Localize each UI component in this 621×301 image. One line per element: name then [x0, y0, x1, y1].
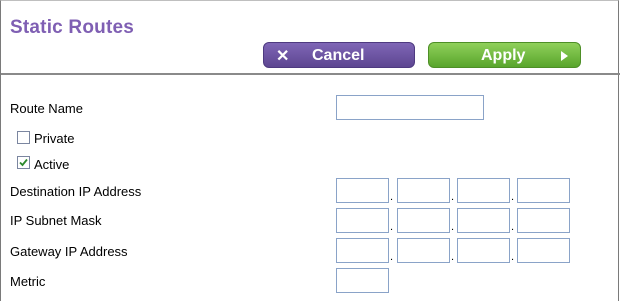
metric-input[interactable]: [336, 268, 389, 293]
octet-separator: .: [390, 221, 394, 233]
route-name-input[interactable]: [336, 95, 484, 120]
octet-separator: .: [511, 221, 515, 233]
destination-ip-label: Destination IP Address: [10, 184, 142, 199]
arrow-right-icon: [561, 51, 568, 61]
route-name-label: Route Name: [10, 101, 83, 116]
private-label: Private: [34, 131, 75, 146]
subnet-octet-4-input[interactable]: [517, 208, 570, 233]
close-icon: ✕: [276, 48, 290, 65]
subnet-octet-2-input[interactable]: [397, 208, 450, 233]
active-checkbox[interactable]: [17, 156, 30, 169]
active-label: Active: [34, 157, 70, 172]
apply-button-label: Apply: [481, 47, 526, 64]
octet-separator: .: [390, 191, 394, 203]
subnet-octet-1-input[interactable]: [336, 208, 389, 233]
destination-octet-4-input[interactable]: [517, 178, 570, 203]
gateway-octet-3-input[interactable]: [457, 238, 510, 263]
destination-octet-3-input[interactable]: [457, 178, 510, 203]
apply-button[interactable]: Apply: [428, 42, 581, 68]
octet-separator: .: [451, 191, 455, 203]
octet-separator: .: [511, 191, 515, 203]
subnet-octet-3-input[interactable]: [457, 208, 510, 233]
octet-separator: .: [451, 221, 455, 233]
page-title: Static Routes: [10, 17, 135, 38]
gateway-ip-label: Gateway IP Address: [10, 244, 128, 259]
octet-separator: .: [390, 251, 394, 263]
octet-separator: .: [511, 251, 515, 263]
destination-octet-2-input[interactable]: [397, 178, 450, 203]
gateway-octet-2-input[interactable]: [397, 238, 450, 263]
gateway-octet-1-input[interactable]: [336, 238, 389, 263]
cancel-button-label: Cancel: [312, 47, 365, 64]
static-routes-panel: Static Routes ✕ Cancel Apply Route Name …: [0, 0, 620, 301]
cancel-button[interactable]: ✕ Cancel: [263, 42, 415, 68]
metric-label: Metric: [10, 274, 46, 289]
octet-separator: .: [451, 251, 455, 263]
header-divider: [1, 73, 620, 75]
destination-octet-1-input[interactable]: [336, 178, 389, 203]
checkmark-icon: [19, 158, 28, 167]
private-checkbox[interactable]: [17, 131, 30, 144]
gateway-octet-4-input[interactable]: [517, 238, 570, 263]
subnet-mask-label: IP Subnet Mask: [10, 213, 102, 228]
